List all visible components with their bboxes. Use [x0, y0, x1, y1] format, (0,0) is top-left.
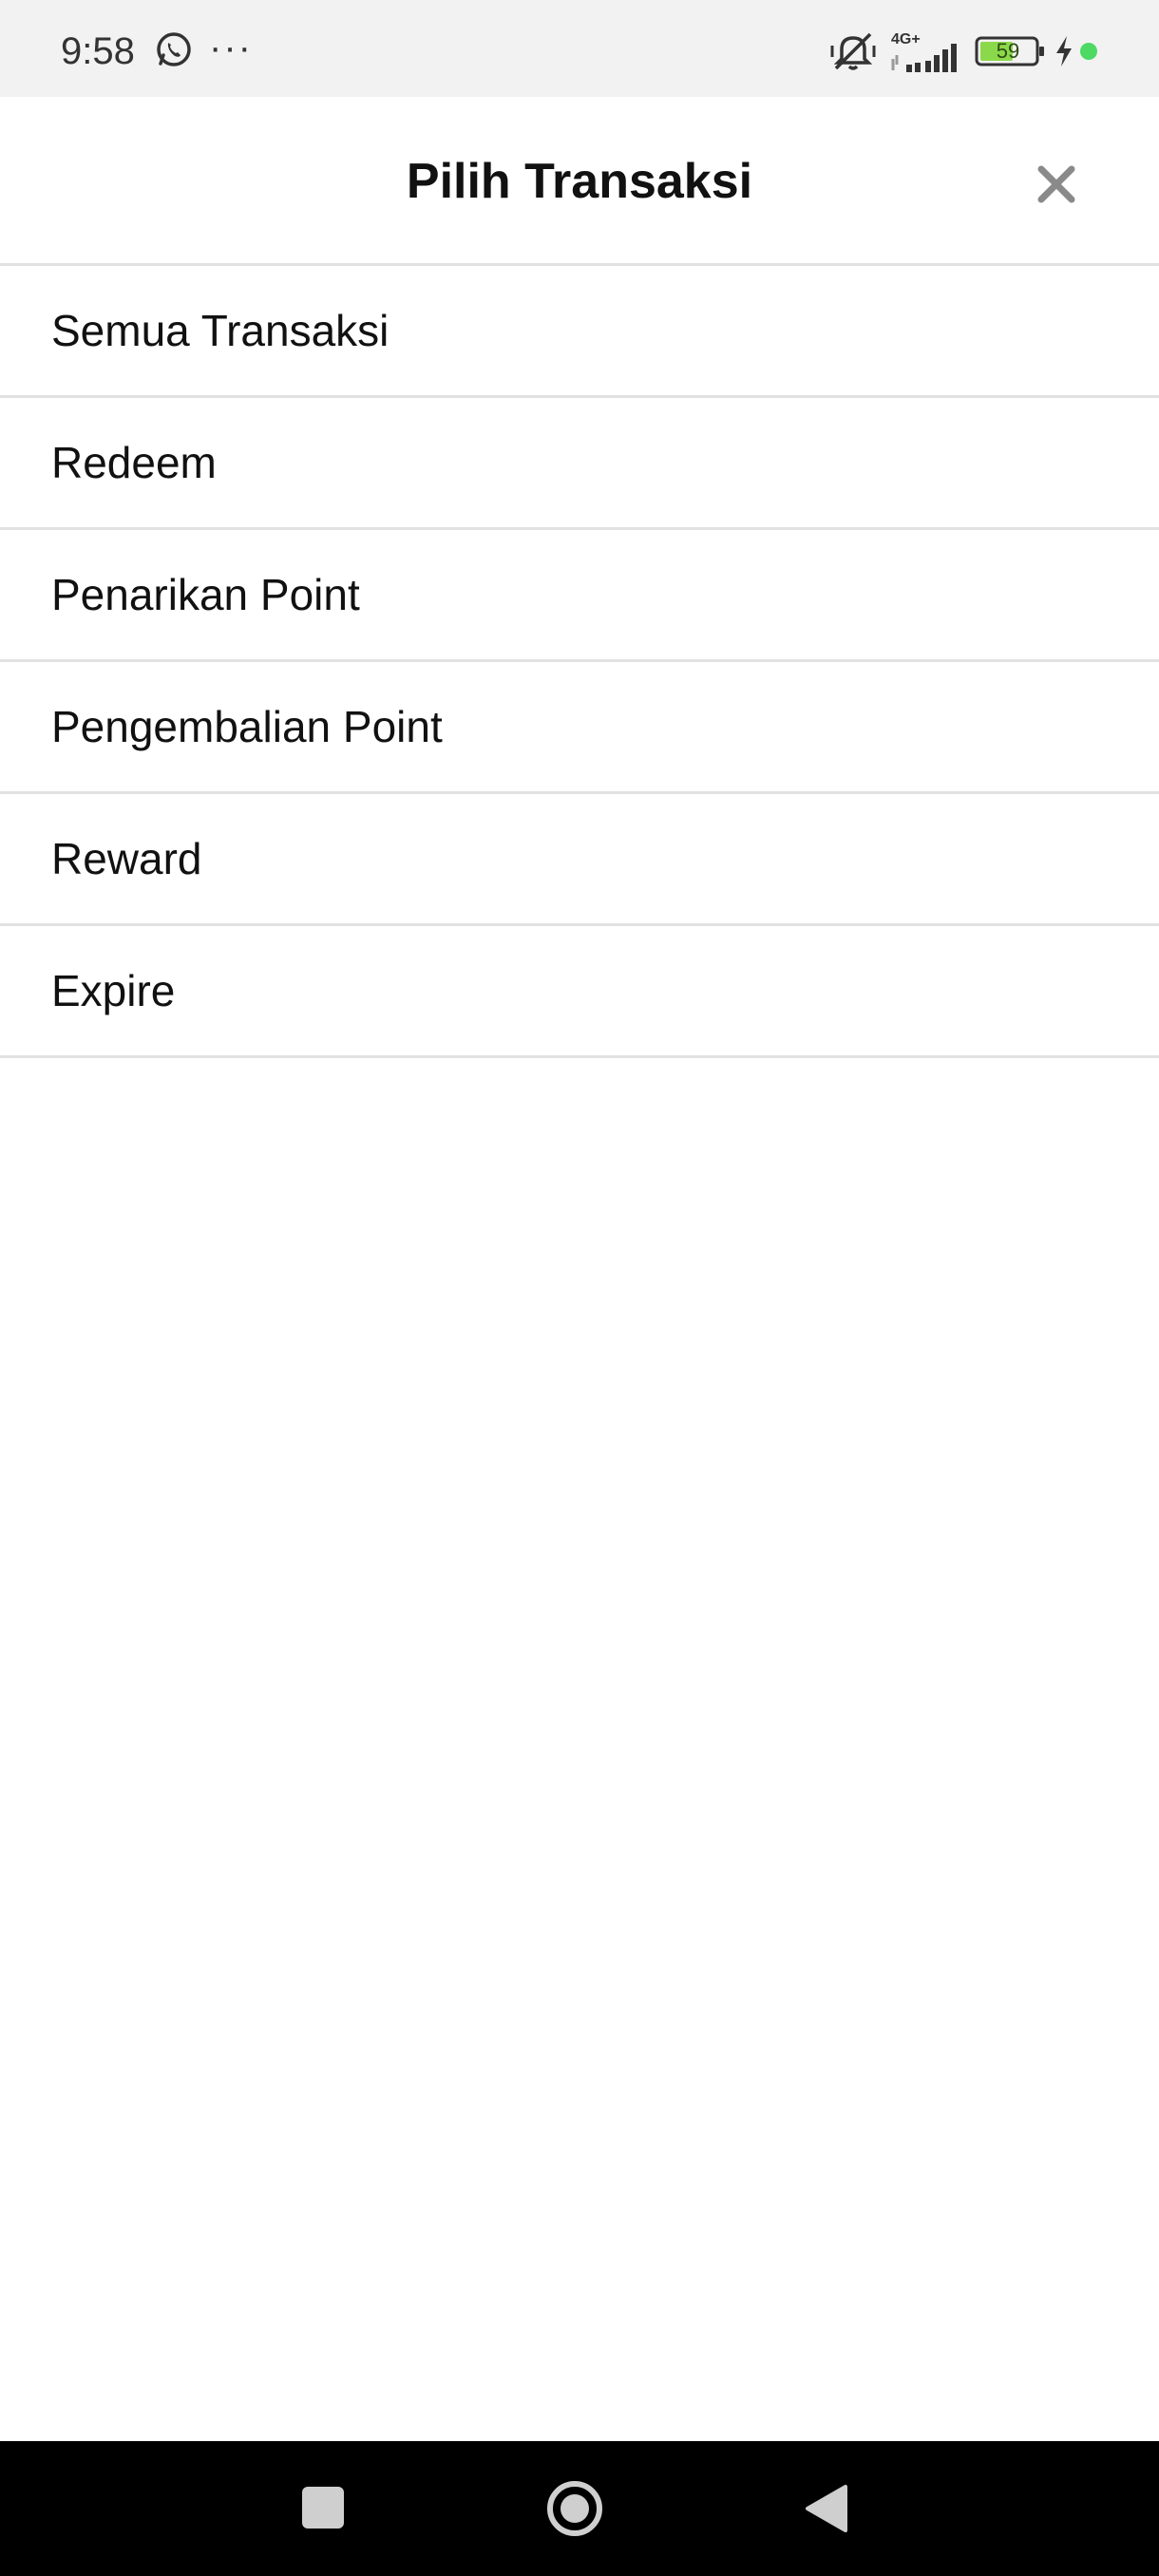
option-label: Reward — [51, 834, 202, 883]
option-label: Penarikan Point — [51, 570, 360, 619]
sheet-header: Pilih Transaksi — [0, 97, 1159, 266]
option-expire[interactable]: Expire — [0, 926, 1159, 1058]
recent-apps-icon[interactable] — [302, 2487, 344, 2529]
option-redeem[interactable]: Redeem — [0, 398, 1159, 530]
signal-icon: 4G+ — [891, 31, 957, 72]
option-reward[interactable]: Reward — [0, 794, 1159, 926]
mute-icon — [830, 32, 876, 70]
charging-icon — [1056, 36, 1072, 66]
status-time: 9:58 — [61, 30, 135, 72]
page-title: Pilih Transaksi — [406, 154, 753, 209]
option-semua-transaksi[interactable]: Semua Transaksi — [0, 266, 1159, 398]
option-pengembalian-point[interactable]: Pengembalian Point — [0, 662, 1159, 794]
option-label: Expire — [51, 966, 176, 1015]
option-label: Semua Transaksi — [51, 306, 390, 355]
option-label: Redeem — [51, 438, 217, 487]
option-label: Pengembalian Point — [51, 702, 443, 751]
back-icon[interactable] — [804, 2483, 849, 2534]
more-notifications-icon: ··· — [209, 27, 253, 68]
home-icon[interactable] — [545, 2479, 604, 2538]
system-nav-bar — [0, 2441, 1159, 2576]
option-penarikan-point[interactable]: Penarikan Point — [0, 530, 1159, 662]
whatsapp-icon — [157, 32, 191, 66]
status-bar: 9:58 ··· 4G+ 59 — [0, 0, 1159, 97]
battery-level: 59 — [996, 39, 1020, 63]
close-icon[interactable] — [1022, 150, 1091, 218]
dot-icon — [1080, 43, 1097, 60]
network-type-label: 4G+ — [891, 31, 921, 47]
